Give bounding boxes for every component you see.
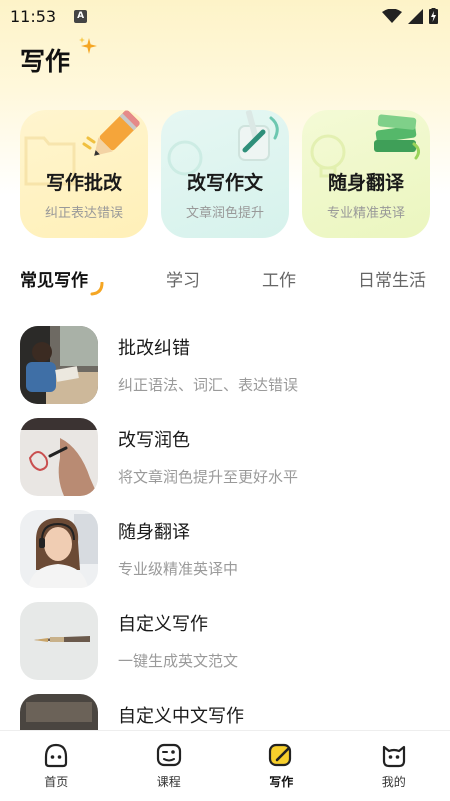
tab-work[interactable]: 工作 <box>262 266 296 291</box>
status-icons <box>382 8 438 24</box>
notification-icon: A <box>74 9 88 23</box>
category-tabs: 常见写作 学习 工作 日常生活 <box>0 266 450 296</box>
active-tab-indicator <box>90 282 104 296</box>
tab-common-writing[interactable]: 常见写作 <box>20 266 88 291</box>
tab-daily-life[interactable]: 日常生活 <box>358 266 426 291</box>
status-bar: 11:53 A <box>0 0 450 32</box>
pencil-icon <box>82 110 140 156</box>
write-icon <box>269 743 292 767</box>
status-time: 11:53 <box>10 6 57 26</box>
card-subtitle: 专业精准英译 <box>326 206 405 221</box>
item-title: 批改纠错 <box>118 338 190 359</box>
signal-icon <box>408 8 423 24</box>
nav-courses[interactable]: 课程 <box>113 731 226 801</box>
nav-label: 我的 <box>381 775 406 789</box>
feature-card-translate[interactable]: 随身翻译 专业精准英译 <box>302 110 430 238</box>
pen-holder-icon <box>238 110 279 161</box>
page-title: 写作 <box>20 47 71 76</box>
thumbnail-student-at-desk <box>20 326 98 404</box>
item-subtitle: 纠正语法、词汇、表达错误 <box>118 376 299 394</box>
item-title: 自定义写作 <box>118 614 208 635</box>
item-title: 随身翻译 <box>118 522 190 543</box>
nav-home[interactable]: 首页 <box>0 731 113 801</box>
item-subtitle: 一键生成英文范文 <box>118 652 239 670</box>
bottom-navigation: 首页 课程 写作 我的 <box>0 730 450 801</box>
list-item-translate[interactable]: 随身翻译 专业级精准英译中 <box>0 510 450 602</box>
item-title: 自定义中文写作 <box>118 706 244 727</box>
card-title: 随身翻译 <box>327 172 404 194</box>
course-face-icon <box>156 743 181 767</box>
sparkle-icon <box>79 37 97 54</box>
feature-card-correct[interactable]: 写作批改 纠正表达错误 <box>20 110 148 238</box>
home-face-icon <box>45 743 68 768</box>
tab-study[interactable]: 学习 <box>166 266 200 291</box>
list-item-rewrite[interactable]: 改写润色 将文章润色提升至更好水平 <box>0 418 450 510</box>
feature-card-rewrite[interactable]: 改写作文 文章润色提升 <box>161 110 289 238</box>
list-item-custom-writing[interactable]: 自定义写作 一键生成英文范文 <box>0 602 450 694</box>
card-subtitle: 纠正表达错误 <box>44 206 123 221</box>
battery-charging-icon <box>429 8 438 24</box>
item-subtitle: 专业级精准英译中 <box>118 560 239 578</box>
thumbnail-woman-headset <box>20 510 98 588</box>
nav-label: 首页 <box>44 775 69 789</box>
nav-label: 写作 <box>269 775 294 789</box>
cat-face-icon <box>382 745 405 768</box>
book-icon <box>374 114 421 160</box>
nav-writing[interactable]: 写作 <box>225 731 338 801</box>
item-subtitle: 将文章润色提升至更好水平 <box>118 468 299 486</box>
card-title: 写作批改 <box>45 172 122 194</box>
nav-label: 课程 <box>156 775 181 789</box>
card-subtitle: 文章润色提升 <box>185 206 264 221</box>
nav-profile[interactable]: 我的 <box>338 731 450 801</box>
card-title: 改写作文 <box>186 172 263 194</box>
thumbnail-fountain-pen <box>20 602 98 680</box>
item-title: 改写润色 <box>118 430 190 451</box>
wifi-icon <box>382 9 402 23</box>
thumbnail-hand-drawing <box>20 418 98 496</box>
list-item-correct[interactable]: 批改纠错 纠正语法、词汇、表达错误 <box>0 326 450 418</box>
